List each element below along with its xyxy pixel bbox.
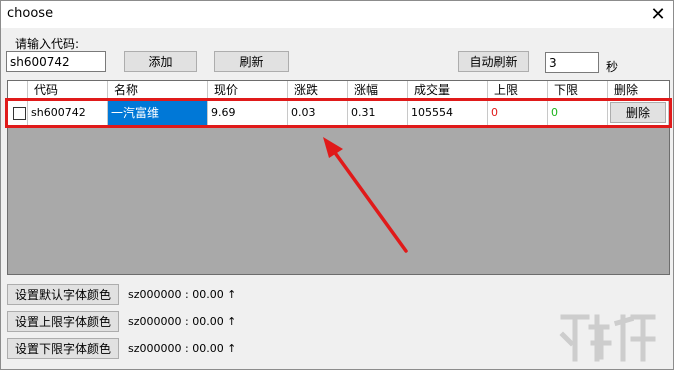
choose-window: choose ✕ 请输入代码: sh600742 添加 刷新 自动刷新 3 秒 …: [0, 0, 674, 370]
set-lower-color-button[interactable]: 设置下限字体颜色: [7, 338, 119, 359]
default-color-sample: sz000000 : 00.00 ↑: [128, 288, 237, 301]
set-upper-color-button[interactable]: 设置上限字体颜色: [7, 311, 119, 332]
lower-color-sample: sz000000 : 00.00 ↑: [128, 342, 237, 355]
watermark-logo-icon: [559, 314, 656, 362]
upper-color-sample: sz000000 : 00.00 ↑: [128, 315, 237, 328]
set-default-color-button[interactable]: 设置默认字体颜色: [7, 284, 119, 305]
